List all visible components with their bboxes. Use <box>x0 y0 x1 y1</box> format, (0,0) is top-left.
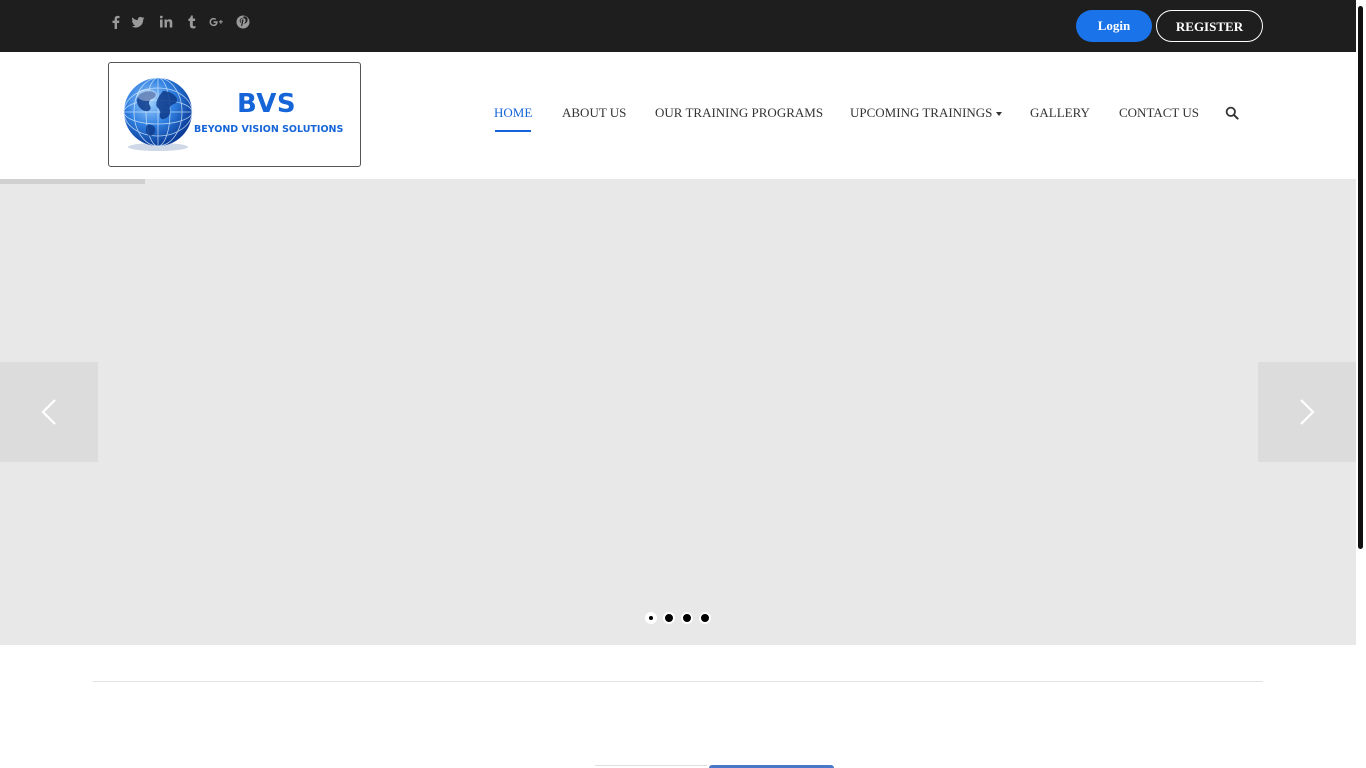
slider-dot[interactable] <box>663 612 675 624</box>
nav-item-about-us[interactable]: ABOUT US <box>562 105 626 121</box>
register-button[interactable]: REGISTER <box>1156 10 1263 42</box>
hero-slider <box>0 179 1356 645</box>
slider-dot[interactable] <box>681 612 693 624</box>
nav-item-upcoming-trainings-label: UPCOMING TRAININGS <box>850 105 993 120</box>
logo-subtitle: BEYOND VISION SOLUTIONS <box>194 124 344 135</box>
nav-item-gallery[interactable]: GALLERY <box>1030 105 1090 121</box>
pinterest-icon[interactable] <box>235 14 251 30</box>
top-bar: Login REGISTER <box>0 0 1356 52</box>
nav-item-upcoming-trainings[interactable]: UPCOMING TRAININGS <box>850 105 1003 121</box>
caret-down-icon <box>996 112 1003 117</box>
slider-next-button[interactable] <box>1258 362 1356 462</box>
slider-progress-fill <box>0 179 146 184</box>
slider-dot[interactable] <box>699 612 711 624</box>
nav-item-home[interactable]: HOME <box>494 105 532 121</box>
chevron-left-icon <box>41 399 56 425</box>
logo-title: BVS <box>237 89 297 119</box>
page: Login REGISTER BVS BEYOND VISION SOLUTIO… <box>0 0 1366 768</box>
nav-item-contact-us[interactable]: CONTACT US <box>1119 105 1199 121</box>
slider-prev-button[interactable] <box>0 362 98 462</box>
tumblr-icon[interactable] <box>184 14 200 30</box>
nav-active-indicator <box>495 130 531 132</box>
globe-icon <box>123 77 193 151</box>
scrollbar-thumb[interactable] <box>1358 6 1363 549</box>
slider-progress <box>0 179 1356 184</box>
logo[interactable]: BVS BEYOND VISION SOLUTIONS <box>108 62 361 167</box>
search-icon[interactable] <box>1225 106 1239 120</box>
nav-item-our-training-programs[interactable]: OUR TRAINING PROGRAMS <box>655 105 823 121</box>
twitter-icon[interactable] <box>130 14 146 30</box>
section-divider <box>93 681 1263 682</box>
login-button[interactable]: Login <box>1076 10 1152 42</box>
facebook-icon[interactable] <box>108 14 124 30</box>
chevron-right-icon <box>1300 399 1315 425</box>
linkedin-icon[interactable] <box>158 14 174 30</box>
site-header: BVS BEYOND VISION SOLUTIONS HOME ABOUT U… <box>0 52 1356 179</box>
slider-dot[interactable] <box>645 612 657 624</box>
google-plus-icon[interactable] <box>208 14 224 30</box>
